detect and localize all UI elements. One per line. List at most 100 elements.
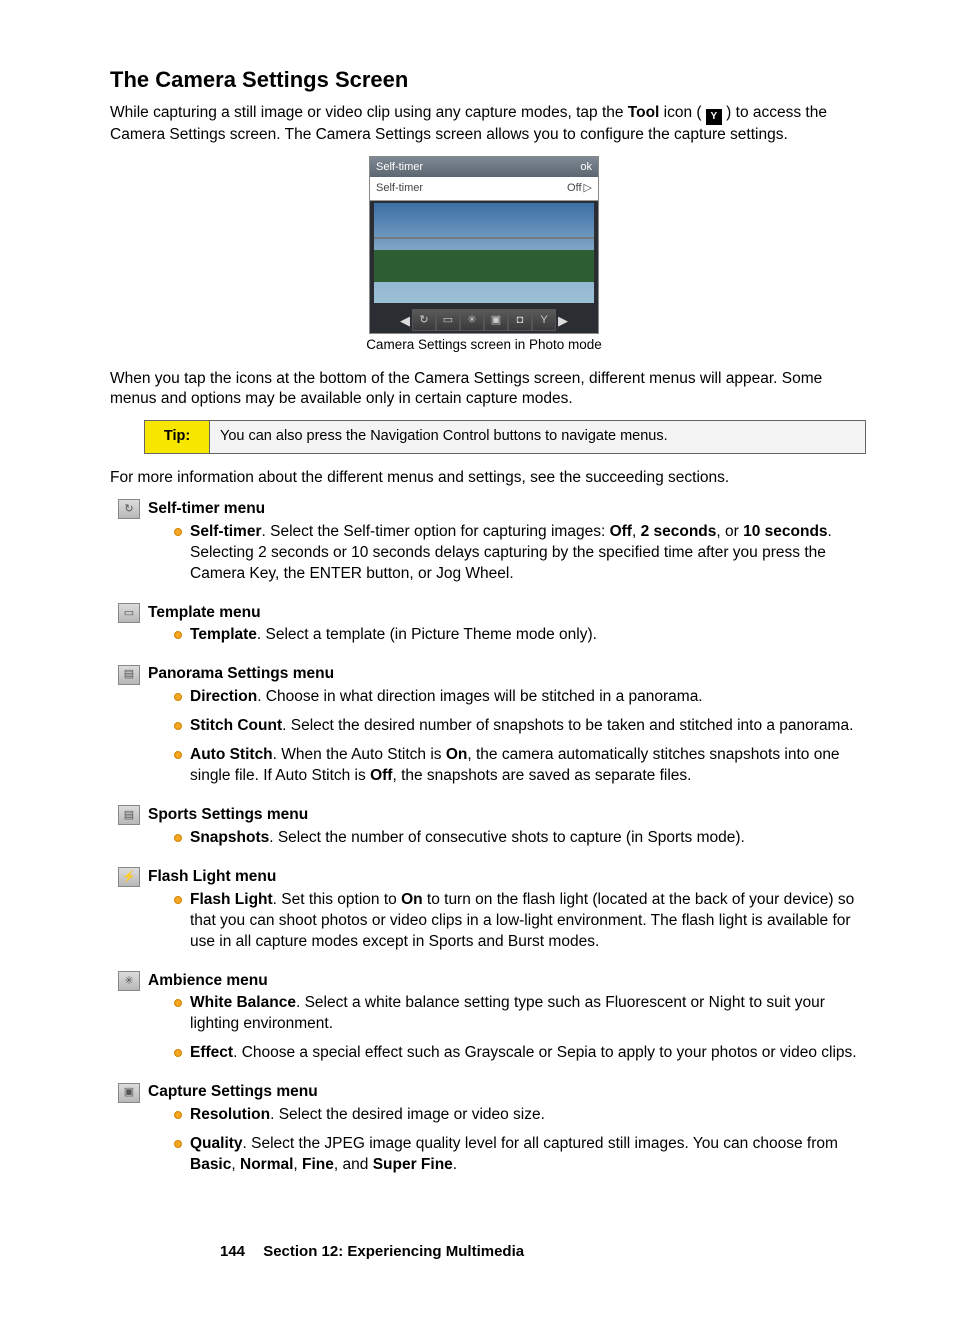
tool-icon: Y <box>706 109 722 125</box>
list-item: Resolution. Select the desired image or … <box>190 1105 858 1134</box>
screenshot-row: Self-timer Off ▷ <box>370 177 598 201</box>
text: . Set this option to <box>273 891 401 908</box>
panorama-menu-section: ▤ Panorama Settings menu Direction. Choo… <box>118 664 858 795</box>
intro-paragraph: While capturing a still image or video c… <box>110 103 858 146</box>
text: Off <box>370 767 392 784</box>
text: 2 seconds <box>641 523 717 540</box>
page-number: 144 <box>220 1243 245 1260</box>
text: , the snapshots are saved as separate fi… <box>392 767 691 784</box>
text: . Select the JPEG image quality level fo… <box>243 1135 838 1152</box>
chevron-right-icon: ▷ <box>584 181 592 196</box>
text: Fine <box>302 1156 334 1173</box>
text: On <box>446 746 468 763</box>
text: , <box>632 523 641 540</box>
screenshot-toolbar: ◀ ↻ ▭ ✳ ▣ ◘ Y ▶ <box>370 307 598 333</box>
ambience-menu-section: ✳ Ambience menu White Balance. Select a … <box>118 971 858 1073</box>
text: Self-timer <box>190 523 262 540</box>
list-item: Direction. Choose in what direction imag… <box>190 687 858 716</box>
camera-settings-screenshot: Self-timer ok Self-timer Off ▷ ◀ ↻ ▭ ✳ ▣… <box>369 156 599 335</box>
screenshot-titlebar: Self-timer ok <box>370 157 598 178</box>
text: 10 seconds <box>743 523 827 540</box>
panorama-icon: ▤ <box>118 665 140 685</box>
text: Basic <box>190 1156 231 1173</box>
list-item: Flash Light. Set this option to On to tu… <box>190 890 858 961</box>
tools-icon: Y <box>532 309 556 331</box>
text: , or <box>716 523 743 540</box>
text: . Choose a special effect such as Graysc… <box>233 1044 857 1061</box>
arrow-right-icon: ▶ <box>556 310 570 330</box>
text: Super Fine <box>373 1156 453 1173</box>
selftimer-menu-section: ↻ Self-timer menu Self-timer. Select the… <box>118 499 858 593</box>
screenshot-title: Self-timer <box>376 160 423 175</box>
ambience-icon: ✳ <box>118 971 140 991</box>
text: Auto Stitch <box>190 746 273 763</box>
row-value-wrap: Off ▷ <box>567 181 592 196</box>
text: Snapshots <box>190 829 269 846</box>
text: . Select a template (in Picture Theme mo… <box>257 626 597 643</box>
template-icon: ▭ <box>436 309 460 331</box>
text: , <box>293 1156 302 1173</box>
list-item: Self-timer. Select the Self-timer option… <box>190 522 858 593</box>
text: . When the Auto Stitch is <box>273 746 446 763</box>
text: . Select the Self-timer option for captu… <box>262 523 610 540</box>
list-item: Quality. Select the JPEG image quality l… <box>190 1134 858 1184</box>
list-item: Snapshots. Select the number of consecut… <box>190 828 858 857</box>
text: Direction <box>190 688 257 705</box>
menu-title: Panorama Settings menu <box>148 664 334 685</box>
text: icon ( <box>659 104 706 121</box>
list-item: Auto Stitch. When the Auto Stitch is On,… <box>190 745 858 795</box>
flash-icon: ⚡ <box>118 867 140 887</box>
text: Flash Light <box>190 891 273 908</box>
flash-menu-section: ⚡ Flash Light menu Flash Light. Set this… <box>118 867 858 961</box>
menu-title: Flash Light menu <box>148 867 276 888</box>
sports-icon: ▤ <box>118 805 140 825</box>
list-item: Template. Select a template (in Picture … <box>190 625 858 654</box>
page-heading: The Camera Settings Screen <box>110 65 858 95</box>
ambience-icon: ✳ <box>460 309 484 331</box>
text: . Select the desired image or video size… <box>270 1106 545 1123</box>
menu-title: Self-timer menu <box>148 499 265 520</box>
tip-body: You can also press the Navigation Contro… <box>210 421 865 453</box>
tip-label: Tip: <box>145 421 210 453</box>
text: Resolution <box>190 1106 270 1123</box>
screenshot-preview <box>370 201 598 307</box>
text: Template <box>190 626 257 643</box>
row-value: Off <box>567 181 581 196</box>
screenshot-caption: Camera Settings screen in Photo mode <box>110 336 858 354</box>
menu-title: Capture Settings menu <box>148 1082 318 1103</box>
text: Normal <box>240 1156 293 1173</box>
screenshot-ok: ok <box>580 160 592 175</box>
text: . Select the desired number of snapshots… <box>282 717 853 734</box>
menu-title: Template menu <box>148 603 261 624</box>
text: Off <box>610 523 632 540</box>
text: White Balance <box>190 994 296 1011</box>
menu-title: Ambience menu <box>148 971 268 992</box>
selftimer-icon: ↻ <box>412 309 436 331</box>
text: , <box>231 1156 240 1173</box>
text: Effect <box>190 1044 233 1061</box>
list-item: Stitch Count. Select the desired number … <box>190 716 858 745</box>
capture-menu-section: ▣ Capture Settings menu Resolution. Sele… <box>118 1082 858 1184</box>
text: , and <box>334 1156 373 1173</box>
camera-icon: ◘ <box>508 309 532 331</box>
text: Quality <box>190 1135 243 1152</box>
bridge-line <box>374 237 594 239</box>
text: . <box>453 1156 457 1173</box>
text: Stitch Count <box>190 717 282 734</box>
text: While capturing a still image or video c… <box>110 104 628 121</box>
selftimer-icon: ↻ <box>118 499 140 519</box>
section-title: Section 12: Experiencing Multimedia <box>263 1243 524 1260</box>
list-item: White Balance. Select a white balance se… <box>190 993 858 1043</box>
template-menu-section: ▭ Template menu Template. Select a templ… <box>118 603 858 655</box>
menu-title: Sports Settings menu <box>148 805 308 826</box>
sports-menu-section: ▤ Sports Settings menu Snapshots. Select… <box>118 805 858 857</box>
template-icon: ▭ <box>118 603 140 623</box>
tip-callout: Tip: You can also press the Navigation C… <box>144 420 866 454</box>
row-label: Self-timer <box>376 181 423 196</box>
text: . Select the number of consecutive shots… <box>269 829 745 846</box>
capture-icon: ▣ <box>118 1083 140 1103</box>
arrow-left-icon: ◀ <box>398 310 412 330</box>
list-item: Effect. Choose a special effect such as … <box>190 1043 858 1072</box>
text: On <box>401 891 423 908</box>
text: . Choose in what direction images will b… <box>257 688 702 705</box>
